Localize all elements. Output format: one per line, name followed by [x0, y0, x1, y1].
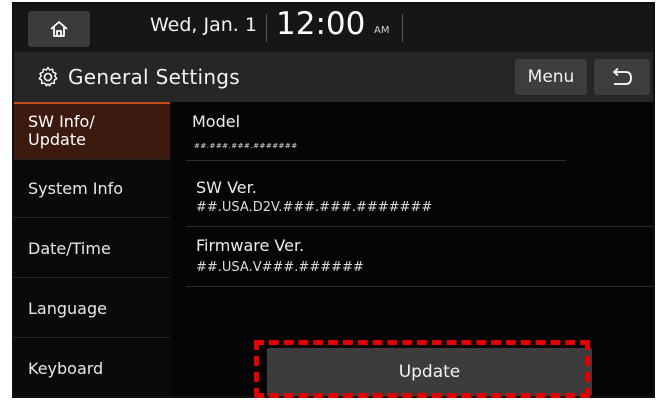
row-divider [186, 226, 653, 227]
sidebar-item-date-time[interactable]: Date/Time [14, 220, 170, 278]
sidebar-item-system-info[interactable]: System Info [14, 160, 170, 218]
date-text: Wed, Jan. 1 [150, 14, 257, 36]
row-divider [186, 160, 566, 161]
sw-info-panel: Model ##.###.###.####### SW Ver. ##.USA.… [176, 102, 653, 396]
home-icon [50, 21, 68, 37]
firmware-version-label: Firmware Ver. [196, 236, 305, 255]
sw-version-value: ##.USA.D2V.###.###.####### [196, 200, 433, 215]
firmware-version-value: ##.USA.V###.###### [196, 260, 364, 275]
status-divider [402, 14, 403, 42]
back-icon [613, 67, 632, 85]
model-value: ##.###.###.####### [194, 142, 298, 150]
sidebar-item-sw-info-update[interactable]: SW Info/ Update [14, 102, 170, 160]
update-button[interactable]: Update [267, 348, 592, 396]
clock-time: 12:00 [276, 6, 366, 42]
row-divider [186, 286, 653, 287]
title-bar: General Settings Menu [14, 52, 653, 102]
gear-icon [38, 66, 58, 87]
sw-version-label: SW Ver. [196, 178, 257, 197]
model-label: Model [192, 112, 241, 131]
sidebar-item-keyboard[interactable]: Keyboard [14, 340, 170, 396]
clock-ampm: AM [374, 25, 390, 36]
status-divider [266, 14, 267, 42]
settings-sidebar: SW Info/ Update System Info Date/Time La… [14, 102, 172, 396]
status-bar: Wed, Jan. 1 12:00 AM [14, 4, 653, 52]
back-button[interactable] [594, 59, 650, 95]
home-button[interactable] [28, 11, 90, 47]
page-title: General Settings [68, 65, 241, 89]
sidebar-item-language[interactable]: Language [14, 280, 170, 338]
head-unit-screen: Wed, Jan. 1 12:00 AM General Settings Me… [12, 2, 655, 398]
menu-button[interactable]: Menu [515, 59, 587, 95]
